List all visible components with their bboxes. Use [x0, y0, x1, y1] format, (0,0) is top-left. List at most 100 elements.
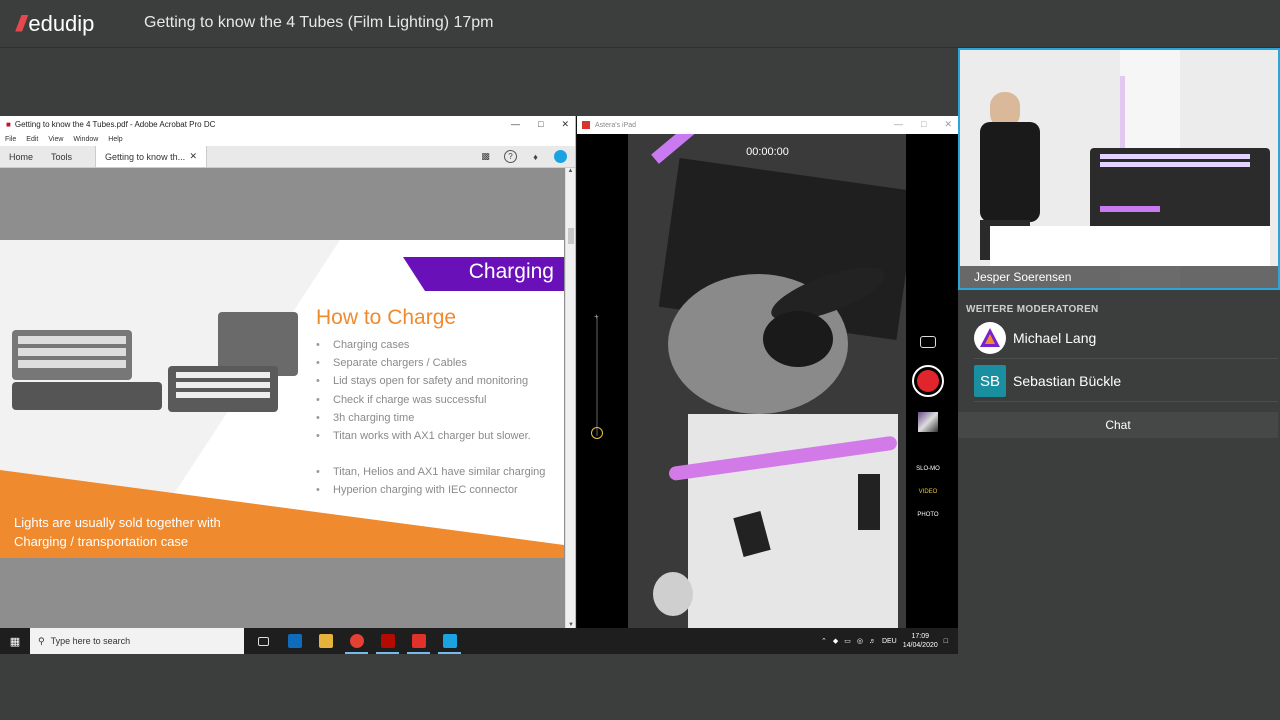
close-icon[interactable]: ✕	[944, 119, 952, 130]
last-capture-thumbnail[interactable]	[918, 412, 938, 432]
windows-start-icon[interactable]: ▦	[0, 628, 30, 654]
camera-viewfinder	[628, 134, 906, 628]
zoom-slider[interactable]	[596, 316, 598, 436]
menu-edit[interactable]: Edit	[26, 136, 38, 143]
session-title: Getting to know the 4 Tubes (Film Lighti…	[144, 14, 494, 31]
record-timer: 00:00:00	[746, 146, 789, 158]
moderator-name: Sebastian Bückle	[1013, 373, 1122, 389]
tab-document[interactable]: Getting to know th... ✕	[95, 146, 208, 167]
help-icon[interactable]: ?	[504, 150, 517, 163]
menu-help[interactable]: Help	[108, 136, 122, 143]
search-placeholder: Type here to search	[50, 636, 131, 646]
bullet-spacer	[316, 445, 545, 463]
close-icon[interactable]: ✕	[561, 119, 569, 130]
battery-icon[interactable]: ▭	[844, 637, 851, 645]
notifications-icon[interactable]: □	[944, 638, 948, 645]
taskbar-search[interactable]: ⚲ Type here to search	[30, 628, 244, 654]
avatar	[974, 322, 1006, 354]
charging-cases-image	[12, 312, 298, 412]
moderators-heading: WEITERE MODERATOREN	[966, 304, 1099, 315]
moderator-item[interactable]: SB Sebastian Bückle	[974, 364, 1278, 398]
language-indicator[interactable]: DEU	[882, 638, 897, 645]
comment-icon[interactable]: ▩	[479, 150, 492, 163]
slide-title: How to Charge	[316, 306, 457, 329]
acrobat-title-bar: ■ Getting to know the 4 Tubes.pdf - Adob…	[0, 116, 575, 132]
tab-home[interactable]: Home	[0, 146, 42, 167]
tab-document-label: Getting to know th...	[105, 151, 186, 162]
ipad-window-title: Astera's iPad	[595, 121, 637, 129]
record-button[interactable]	[912, 365, 944, 397]
menu-window[interactable]: Window	[73, 136, 98, 143]
moderator-name: Michael Lang	[1013, 330, 1097, 346]
camera-flip-icon[interactable]	[920, 336, 936, 348]
mode-photo[interactable]: PHOTO	[910, 510, 946, 533]
slide-footer: Lights are usually sold together with Ch…	[14, 513, 221, 551]
window-controls: — □ ✕	[511, 116, 569, 132]
presenter-video-frame	[960, 50, 1278, 288]
chevron-up-icon[interactable]: ⌃	[821, 637, 827, 645]
windows-taskbar: ▦ ⚲ Type here to search ⌃ ◆ ▭ ◎ ♬ DEU 17…	[0, 628, 958, 654]
slide-header: Charging	[468, 260, 554, 283]
bullet-item: • Separate chargers / Cables	[316, 357, 467, 370]
scrollbar-thumb[interactable]	[568, 228, 574, 244]
zoom-slider-knob[interactable]	[591, 427, 603, 439]
acrobat-toolbar-right: ▩ ? ♦	[479, 150, 567, 163]
clock-time: 17:09	[911, 633, 929, 640]
moderator-item[interactable]: Michael Lang	[974, 321, 1278, 355]
edudip-logo[interactable]: /// edudip	[16, 10, 94, 38]
acrobat-taskbar-icon[interactable]	[372, 628, 403, 654]
presenter-video[interactable]: Jesper Soerensen	[958, 48, 1280, 290]
wifi-icon[interactable]: ◎	[857, 637, 863, 645]
system-tray: ⌃ ◆ ▭ ◎ ♬ DEU 17:09 14/04/2020 □	[821, 628, 948, 654]
scroll-up-icon[interactable]: ▲	[566, 168, 575, 174]
camera-scene	[628, 134, 906, 628]
bell-icon[interactable]: ♦	[529, 150, 542, 163]
menu-view[interactable]: View	[48, 136, 63, 143]
maximize-icon[interactable]: □	[921, 119, 926, 129]
right-sidebar: WEITERE MODERATOREN Michael Lang SB Seba…	[958, 290, 1280, 720]
taskbar-clock[interactable]: 17:09 14/04/2020	[903, 632, 938, 650]
minimize-icon[interactable]: —	[511, 119, 520, 129]
ipad-window: Astera's iPad — □ ✕ 00:00:00 + SLO-MO VI…	[577, 116, 958, 628]
shared-screen: ■ Getting to know the 4 Tubes.pdf - Adob…	[0, 116, 958, 654]
app-icon	[582, 121, 590, 129]
dropbox-icon[interactable]: ◆	[833, 637, 838, 645]
bullet-item: • Check if charge was successful	[316, 393, 487, 406]
file-explorer-icon[interactable]	[310, 628, 341, 654]
outlook-icon[interactable]	[279, 628, 310, 654]
tab-close-icon[interactable]: ✕	[189, 151, 197, 162]
divider	[974, 358, 1278, 359]
acrobat-tabs: Home Tools Getting to know th... ✕ ▩ ? ♦	[0, 146, 575, 168]
camera-mode-selector: SLO-MO VIDEO PHOTO	[910, 464, 946, 533]
mode-slomo[interactable]: SLO-MO	[910, 464, 946, 487]
search-icon: ⚲	[38, 635, 45, 646]
slide-footer-line-1: Lights are usually sold together with	[14, 515, 221, 530]
document-view: Charging How to Charge • Charging cases •…	[0, 168, 566, 628]
bullet-item: • Hyperion charging with IEC connector	[316, 484, 518, 497]
volume-icon[interactable]: ♬	[869, 638, 876, 645]
mirroring-app-icon[interactable]	[403, 628, 434, 654]
acrobat-menu-bar: File Edit View Window Help	[0, 132, 575, 146]
ipad-title-bar: Astera's iPad — □ ✕	[577, 116, 958, 134]
pdf-slide: Charging How to Charge • Charging cases •…	[0, 240, 564, 558]
app-taskbar-icon[interactable]	[434, 628, 465, 654]
task-view-icon[interactable]	[248, 628, 279, 654]
acrobat-window-title: Getting to know the 4 Tubes.pdf - Adobe …	[14, 119, 216, 129]
account-avatar-icon[interactable]	[554, 150, 567, 163]
chat-button[interactable]: Chat	[958, 412, 1278, 438]
astera-logo-icon	[980, 328, 1000, 347]
mode-video[interactable]: VIDEO	[910, 487, 946, 510]
tab-tools[interactable]: Tools	[42, 146, 81, 167]
vertical-scrollbar[interactable]: ▲ ▼	[565, 168, 575, 628]
bullet-item: • 3h charging time	[316, 411, 415, 424]
taskbar-apps	[248, 628, 465, 654]
bullet-item: • Lid stays open for safety and monitorin…	[316, 375, 529, 388]
menu-file[interactable]: File	[5, 136, 16, 143]
maximize-icon[interactable]: □	[538, 119, 543, 129]
bullet-item: • Titan works with AX1 charger but slower…	[316, 429, 531, 442]
clock-date: 14/04/2020	[902, 642, 938, 649]
chrome-icon[interactable]	[341, 628, 372, 654]
bullet-item: • Titan, Helios and AX1 have similar char…	[316, 466, 546, 479]
presenter-name: Jesper Soerensen	[960, 266, 1278, 288]
minimize-icon[interactable]: —	[894, 119, 903, 129]
